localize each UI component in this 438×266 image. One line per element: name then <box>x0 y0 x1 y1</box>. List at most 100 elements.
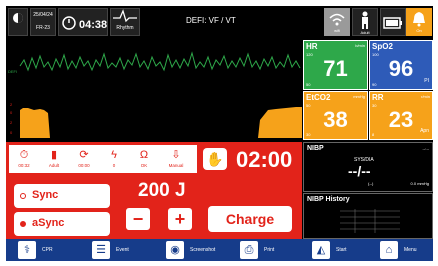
manual-icon: ⇩ <box>171 149 181 161</box>
rr-tile[interactable]: RR r/min 30 8 23 Apn <box>369 91 433 140</box>
hr-unit: b/min <box>355 43 365 48</box>
defib-status-strip: ⏱ 00:32 ▮ Adult ⟳ 00:00 ϟ 0 Ω OK ⇩ Manua… <box>8 144 198 174</box>
ecg-pulse-icon <box>113 9 137 23</box>
wifi-indicator[interactable]: wifi <box>324 8 350 36</box>
cpr-countdown: ✋ 02:00 <box>200 144 300 174</box>
charge-button[interactable]: Charge <box>208 206 292 232</box>
camera-icon: ◉ <box>166 241 184 259</box>
nibp-value: --/-- <box>348 163 371 179</box>
bottom-toolbar: ⚕ CPR ☰ Event ◉ Screenshot ⎙ Print ◭ Sta… <box>6 239 433 261</box>
shock-count-tool: ϟ 0 <box>101 147 127 168</box>
timer-text: 04:38 <box>79 19 108 31</box>
cpr-elapsed-tool[interactable]: ⏱ 00:32 <box>11 147 37 168</box>
menu-label: Menu <box>404 247 417 253</box>
spo2-pi-label: PI <box>424 78 429 84</box>
date-text: 25/04/24 <box>33 12 53 18</box>
impedance-tool: Ω OK <box>131 147 157 168</box>
screenshot-label: Screenshot <box>190 247 216 253</box>
battery-icon <box>383 17 402 29</box>
mode-title: DEFI: VF / VT <box>186 16 236 25</box>
menu-button[interactable]: ⌂ Menu <box>378 240 433 260</box>
adult-person-icon <box>362 11 368 29</box>
cuff-icon: ◭ <box>312 241 330 259</box>
patient-type-label: Adult <box>360 30 370 35</box>
scale-label: 2 <box>10 102 13 107</box>
tool-label: 00:00 <box>78 163 90 168</box>
rr-unit: r/min <box>421 94 430 99</box>
etco2-label: EtCO2 <box>306 93 331 102</box>
hr-label: HR <box>306 42 318 51</box>
print-label: Print <box>264 247 275 253</box>
async-label: aSync <box>32 217 65 229</box>
pads-tool[interactable]: ▮ Adult <box>41 147 67 168</box>
radio-unselected <box>20 193 26 199</box>
energy-decrease-button[interactable]: − <box>126 208 150 230</box>
sun-moon-icon <box>13 13 23 23</box>
cpr-timer-text: 02:00 <box>236 147 293 172</box>
nibp-label: NIBP <box>307 145 324 152</box>
scale-label: 0 <box>10 130 13 135</box>
screenshot-button[interactable]: ◉ Screenshot <box>164 240 234 260</box>
patient-type-indicator[interactable]: Adult <box>352 8 378 36</box>
tool-label: 0 <box>112 163 116 168</box>
spo2-low-limit: 90 <box>372 82 377 87</box>
event-button[interactable]: ☰ Event <box>90 240 150 260</box>
hr-low-limit: 50 <box>306 82 311 87</box>
rhythm-indicator[interactable]: Rhythm <box>110 8 140 36</box>
defib-panel: ⏱ 00:32 ▮ Adult ⟳ 00:00 ϟ 0 Ω OK ⇩ Manua… <box>6 142 302 239</box>
lead-label: DEFI <box>8 69 17 74</box>
sync-label: Sync <box>32 189 59 201</box>
tool-label: Manual <box>168 163 184 168</box>
tool-label: OK <box>140 163 148 168</box>
date-indicator: 25/04/24 FR-23 <box>30 8 56 36</box>
pads-icon: ▮ <box>50 149 58 161</box>
monitor-screen: 25/04/24 FR-23 04:38 Rhythm DEFI: VF / V… <box>6 6 433 261</box>
tool-label: 00:32 <box>18 163 30 168</box>
radio-selected <box>20 221 26 227</box>
waveform-canvas: DEFI 2 0 2 0 <box>8 51 302 138</box>
async-button[interactable]: aSync <box>14 212 110 236</box>
etco2-tile[interactable]: EtCO2 mmHg 50 30 38 <box>303 91 368 140</box>
bell-icon <box>413 12 425 27</box>
nibp-tile[interactable]: NIBP --:-- SYS/DIA --/-- (--) 0.0 mmHg <box>303 142 433 192</box>
cpr-button[interactable]: ⚕ CPR <box>16 240 76 260</box>
elapsed-timer: 04:38 <box>58 8 108 36</box>
scale-label: 0 <box>10 110 13 115</box>
bolt-icon: ϟ <box>111 149 117 161</box>
stopwatch-icon <box>62 16 76 30</box>
nibp-history-grid <box>340 209 400 233</box>
rhythm-label: Rhythm <box>116 25 134 31</box>
hr-value: 71 <box>323 56 348 81</box>
spo2-tile[interactable]: SpO2 100 90 96 PI <box>369 40 433 90</box>
weekday-text: FR-23 <box>36 25 50 31</box>
nibp-history-panel[interactable]: NIBP History <box>303 193 433 239</box>
energy-increase-button[interactable]: + <box>168 208 192 230</box>
scale-label: 2 <box>10 120 13 125</box>
ecg-waveform <box>19 51 301 72</box>
alarm-label: On <box>416 28 422 33</box>
hr-tile[interactable]: HR b/min 120 50 71 <box>303 40 368 90</box>
etco2-unit: mmHg <box>353 94 365 99</box>
cpr-hands-icon: ✋ <box>203 148 227 170</box>
day-night-indicator[interactable] <box>8 8 28 36</box>
waveform-area: DEFI 2 0 2 0 <box>6 40 302 140</box>
stopwatch-icon: ⏱ <box>19 149 29 161</box>
alarm-indicator[interactable]: On <box>406 8 432 36</box>
start-label: Start <box>336 247 347 253</box>
reset-tool[interactable]: ⟳ 00:00 <box>71 147 97 168</box>
tool-label: Adult <box>48 163 60 168</box>
nibp-map: (--) <box>368 181 374 186</box>
home-icon: ⌂ <box>380 241 398 259</box>
rotate-icon: ⟳ <box>79 149 89 161</box>
print-button[interactable]: ⎙ Print <box>238 240 298 260</box>
cpr-label: CPR <box>42 247 53 253</box>
energy-value: 200 J <box>138 180 186 201</box>
event-list-icon: ☰ <box>92 241 110 259</box>
rr-apnea-label: Apn <box>420 128 429 134</box>
nibp-time: --:-- <box>422 146 429 151</box>
sync-button[interactable]: Sync <box>14 184 110 208</box>
start-button[interactable]: ◭ Start <box>310 240 370 260</box>
spo2-label: SpO2 <box>372 42 393 51</box>
wifi-label: wifi <box>334 28 340 33</box>
manual-mode-tool[interactable]: ⇩ Manual <box>163 147 189 168</box>
